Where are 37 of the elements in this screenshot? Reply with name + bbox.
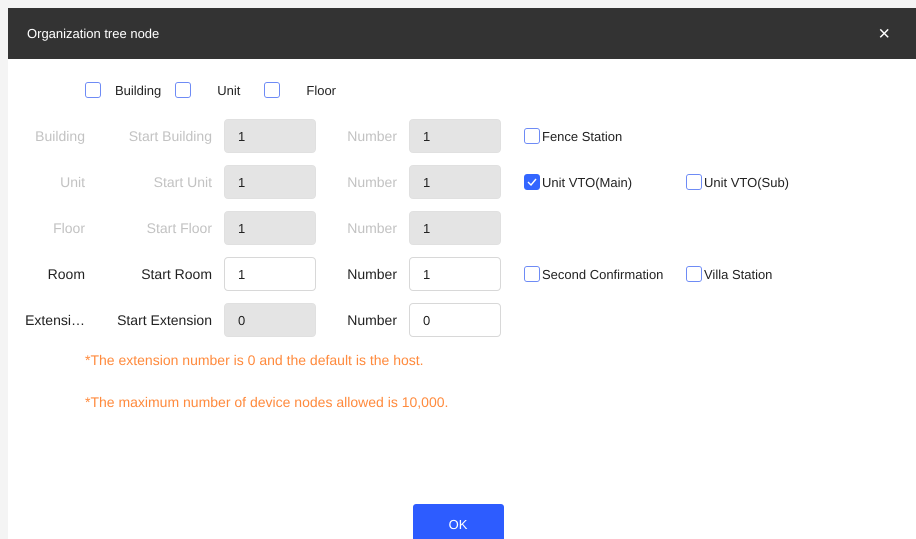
note-text: *The extension number is 0 and the default is the host. xyxy=(85,352,425,368)
row-label: Room xyxy=(46,266,85,282)
row-label: Unit xyxy=(59,174,85,190)
ok-button[interactable]: OK xyxy=(412,504,504,539)
checkbox[interactable] xyxy=(264,82,280,98)
checkbox-label: Villa Station xyxy=(704,266,772,282)
checkbox-label: Floor xyxy=(306,82,336,98)
checkbox[interactable] xyxy=(524,266,540,282)
checkbox-label: Second Confirmation xyxy=(542,266,664,282)
row-label: Building xyxy=(34,128,85,144)
checkbox[interactable] xyxy=(686,266,702,282)
field-label: Start Unit xyxy=(152,174,212,190)
field-label: Number xyxy=(346,312,397,328)
field-label: Number xyxy=(346,174,397,190)
field-label: Start Floor xyxy=(146,220,212,236)
checkbox-label: Unit VTO(Main) xyxy=(542,174,632,190)
checkbox-label: Fence Station xyxy=(542,128,622,144)
close-button[interactable]: × xyxy=(874,24,894,44)
field-label: Number xyxy=(346,128,397,144)
field-label: Start Building xyxy=(128,128,212,144)
input-field[interactable]: 0 xyxy=(409,303,501,337)
input-field[interactable]: 1 xyxy=(409,257,501,291)
row-label: Extensi… xyxy=(24,312,85,328)
checkbox-label: Unit VTO(Sub) xyxy=(704,174,790,190)
input-field[interactable]: 1 xyxy=(224,257,316,291)
field-label: Number xyxy=(346,266,397,282)
window-title: Organization tree node xyxy=(27,26,160,41)
check-icon xyxy=(527,178,537,186)
field-label: Start Extension xyxy=(116,312,212,328)
checkbox-label: Building xyxy=(115,82,162,98)
checkbox[interactable] xyxy=(175,82,192,98)
row-label: Floor xyxy=(52,220,85,236)
field-label: Start Room xyxy=(140,266,212,282)
checkbox-label: Unit xyxy=(217,82,240,98)
checkbox[interactable] xyxy=(85,82,101,98)
note-text: *The maximum number of device nodes allowed is 10,000. xyxy=(85,394,450,410)
field-label: Number xyxy=(346,220,397,236)
